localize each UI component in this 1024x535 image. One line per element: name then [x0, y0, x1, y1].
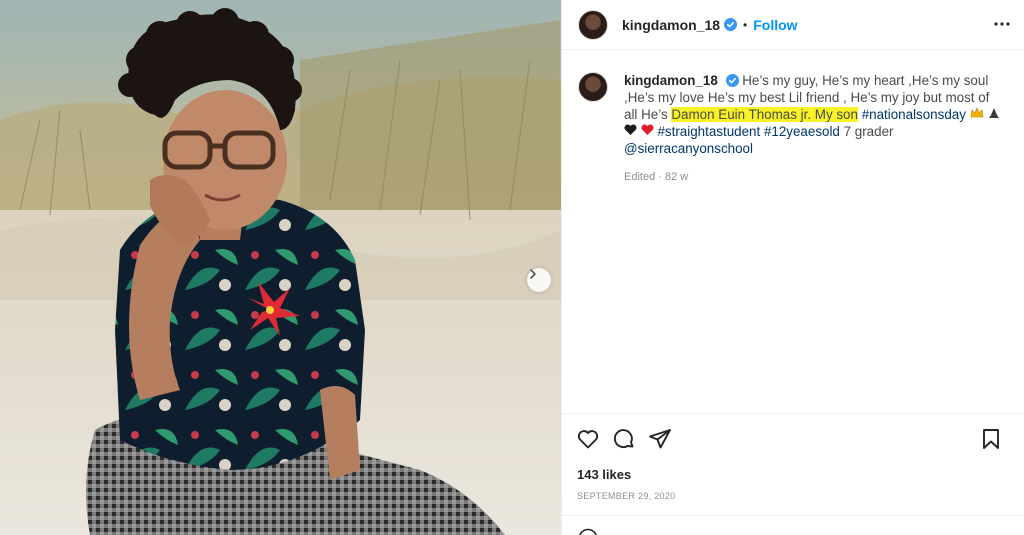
caption-highlighted-name: Damon Euin Thomas jr. My son [671, 107, 858, 122]
photo-illustration [0, 0, 561, 535]
caption-username[interactable]: kingdamon_18 [624, 73, 718, 88]
add-comment-row [562, 515, 1024, 535]
caption-avatar[interactable] [578, 72, 608, 102]
hashtag-12yeaesold[interactable]: #12yeaesold [764, 124, 840, 139]
post-date: SEPTEMBER 29, 2020 [577, 491, 676, 501]
comment-icon[interactable] [612, 427, 636, 451]
header-separator: • [743, 17, 748, 32]
caption-text: kingdamon_18 He’s my guy, He’s my heart … [624, 72, 1004, 157]
paper-plane-icon[interactable] [648, 427, 672, 451]
post-meta: Edited · 82 w [624, 171, 689, 183]
mention-sierracanyonschool[interactable]: @sierracanyonschool [624, 141, 753, 156]
praying-hands-emoji [989, 108, 1000, 118]
verified-badge-icon [724, 18, 738, 31]
more-options-icon[interactable] [992, 14, 1012, 34]
likes-count[interactable]: 143 likes [577, 467, 1024, 482]
post-side-panel: kingdamon_18 • Follow kingdamon_18 He’s … [561, 0, 1024, 535]
caption-body-text-2: 7 grader [839, 124, 894, 139]
caption-body: kingdamon_18 He’s my guy, He’s my heart … [624, 72, 1004, 183]
red-heart-emoji [641, 124, 654, 135]
emoji-icon[interactable] [578, 528, 598, 535]
caption-verified-badge-icon [725, 74, 739, 87]
bookmark-icon[interactable] [979, 427, 1003, 451]
carousel-next-button[interactable] [527, 268, 551, 292]
action-icons [562, 414, 1024, 464]
crown-emoji [970, 107, 984, 118]
hashtag-straightastudent[interactable]: #straightastudent [657, 124, 760, 139]
post-photo [0, 0, 561, 535]
heart-icon[interactable] [576, 427, 600, 451]
chevron-right-icon [530, 269, 536, 279]
post-caption: kingdamon_18 He’s my guy, He’s my heart … [562, 50, 1024, 183]
black-heart-emoji [624, 124, 637, 135]
follow-button[interactable]: Follow [753, 17, 797, 33]
avatar[interactable] [578, 9, 608, 40]
post-header: kingdamon_18 • Follow [562, 0, 1024, 50]
hashtag-nationalsonsday[interactable]: #nationalsonsday [862, 107, 966, 122]
header-username[interactable]: kingdamon_18 [622, 17, 720, 33]
post-actions: 143 likes SEPTEMBER 29, 2020 [562, 413, 1024, 501]
